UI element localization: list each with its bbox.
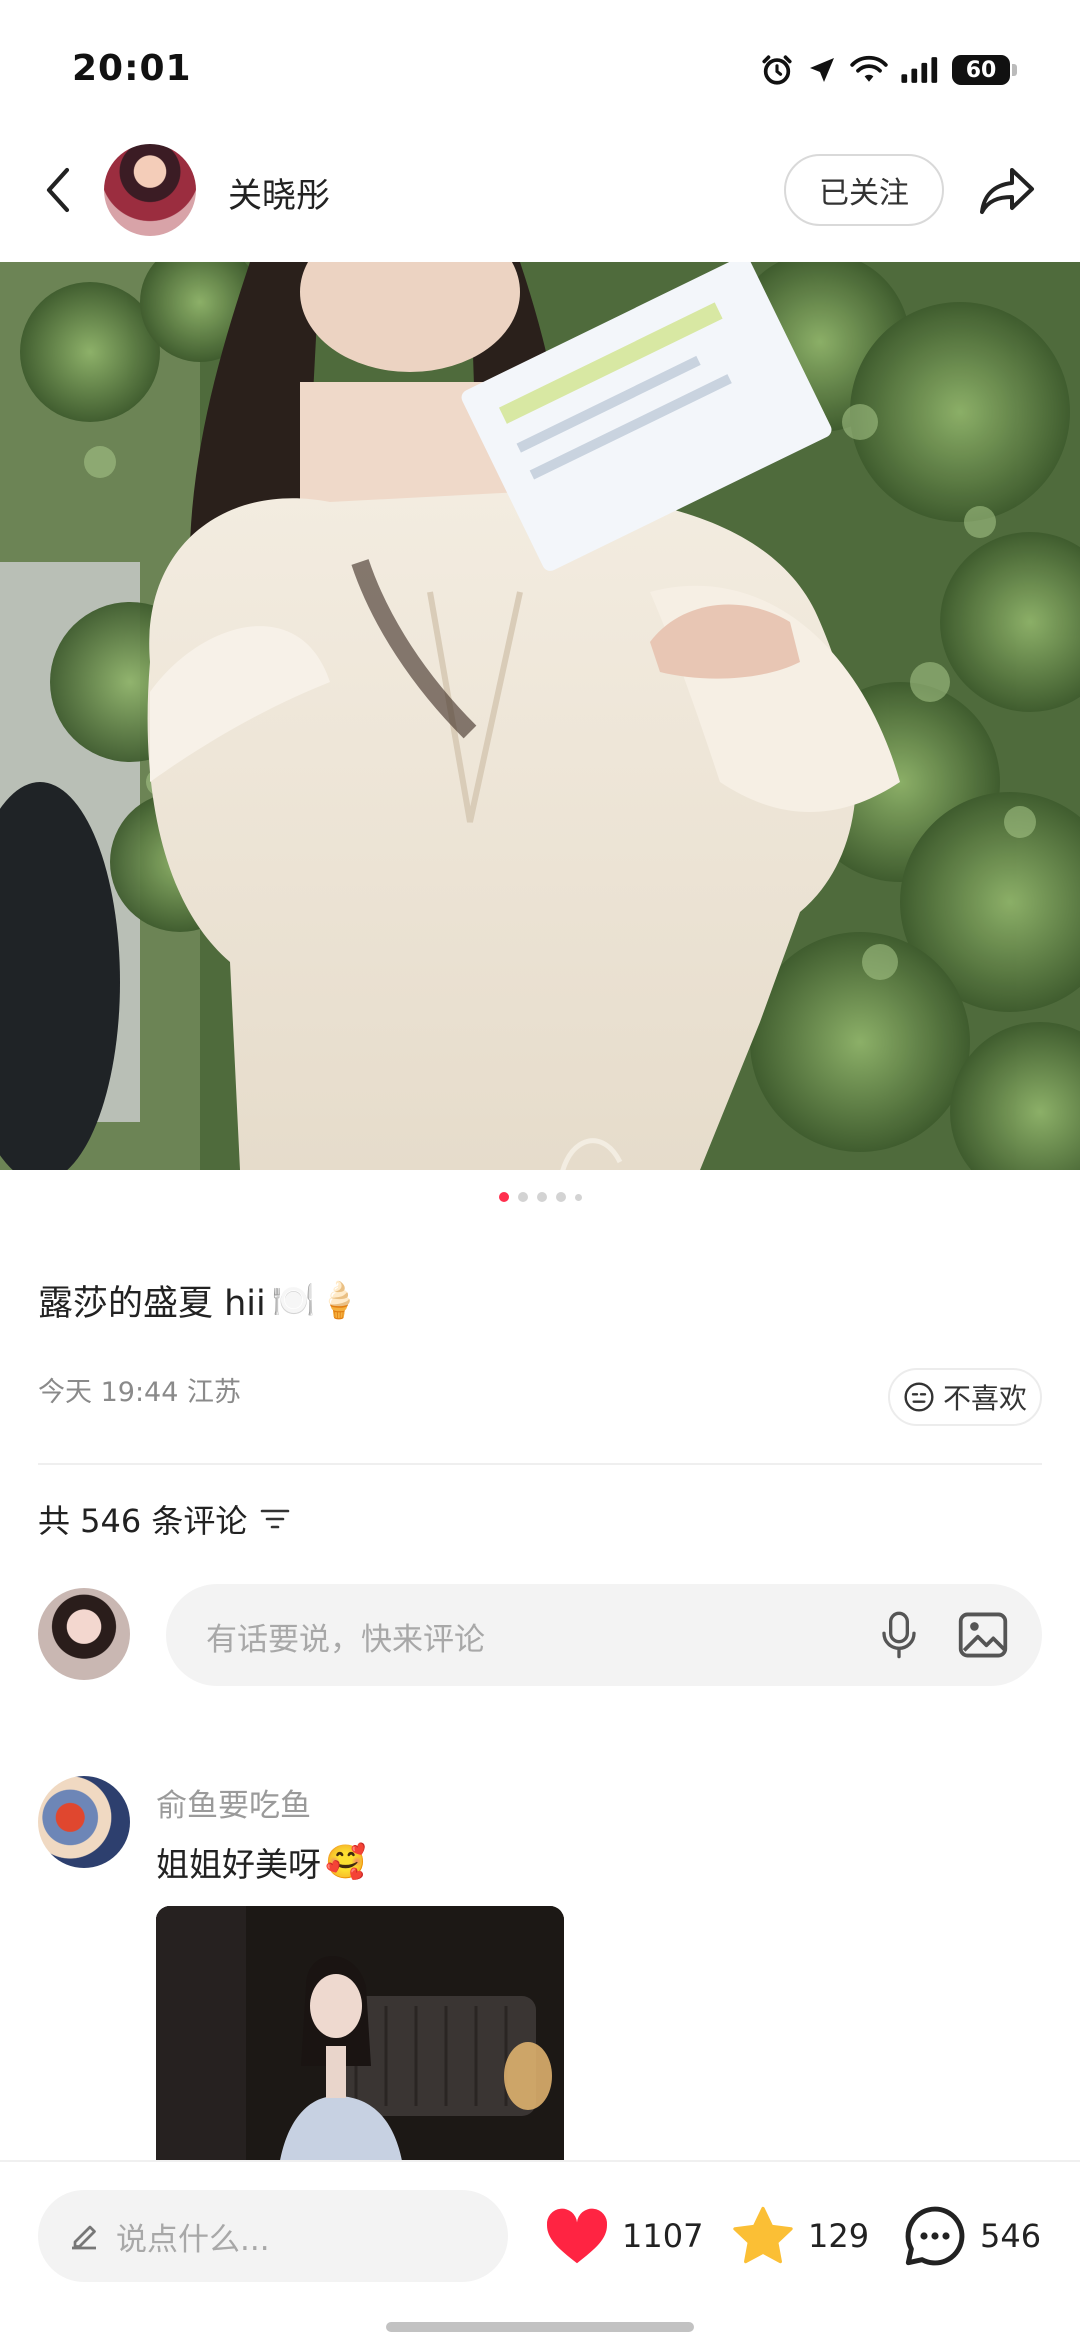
like-button[interactable]: 1107: [544, 2200, 703, 2272]
share-icon: [980, 168, 1034, 214]
back-button[interactable]: [30, 162, 86, 218]
comment-count-bottom: 546: [980, 2217, 1042, 2255]
star-icon: [733, 2206, 793, 2264]
wifi-icon: [850, 54, 888, 86]
dislike-label: 不喜欢: [942, 1382, 1027, 1415]
alarm-icon: [760, 53, 794, 87]
author-avatar[interactable]: [104, 144, 196, 236]
post-header: 关晓彤 已关注: [0, 140, 1080, 240]
ice-cream-emoji: 🍦: [317, 1281, 361, 1321]
like-count: 1107: [622, 2217, 704, 2255]
follow-button[interactable]: 已关注: [784, 154, 944, 226]
post-meta: 今天 19:44 江苏: [38, 1377, 241, 1408]
my-avatar: [38, 1588, 130, 1680]
post-title-text: 露莎的盛夏 hii: [38, 1284, 266, 1324]
heart-icon: [546, 2208, 608, 2264]
signal-icon: [900, 55, 940, 85]
comment-text: 姐姐好美呀 🥰: [156, 1838, 366, 1886]
post-image-carousel[interactable]: [0, 262, 1080, 1170]
commenter-avatar[interactable]: [38, 1776, 130, 1868]
carousel-dot: [536, 1192, 547, 1202]
say-something-placeholder: 说点什么...: [116, 2221, 270, 2258]
post-title: 露莎的盛夏 hii 🍽️ 🍦: [38, 1275, 361, 1326]
image-icon[interactable]: [956, 1610, 1010, 1660]
divider: [38, 1463, 1042, 1465]
comment-count-label: 共 546 条评论: [38, 1502, 248, 1540]
meh-face-icon: [904, 1382, 934, 1412]
battery-indicator: 60: [952, 55, 1017, 85]
carousel-dot: [517, 1192, 528, 1202]
comment-input-placeholder: 有话要说，快来评论: [206, 1622, 485, 1658]
carousel-dot: [498, 1192, 509, 1202]
pencil-icon: [72, 2225, 96, 2250]
comment-input[interactable]: 有话要说，快来评论: [166, 1584, 1042, 1686]
microphone-icon[interactable]: [874, 1610, 924, 1660]
comment-bubble-icon: [905, 2206, 965, 2266]
sort-filter-icon: [261, 1509, 290, 1529]
blush-emoji: 🥰: [325, 1842, 367, 1881]
collect-button[interactable]: 129: [730, 2200, 869, 2272]
carousel-indicator: [0, 1192, 1080, 1202]
comment-text-body: 姐姐好美呀: [156, 1845, 321, 1884]
say-something-input[interactable]: 说点什么...: [38, 2190, 508, 2282]
post-title-emojis: 🍽️ 🍦: [272, 1280, 361, 1321]
post-photo: [0, 262, 1080, 1170]
plate-emoji: 🍽️: [271, 1281, 316, 1321]
location-arrow-icon: [806, 54, 838, 86]
carousel-dot: [555, 1192, 566, 1202]
status-bar: 20:01 60: [0, 0, 1080, 130]
home-indicator[interactable]: [386, 2322, 694, 2332]
status-time: 20:01: [72, 48, 192, 89]
chevron-left-icon: [46, 167, 70, 213]
comment-button[interactable]: 546: [902, 2200, 1041, 2272]
share-button[interactable]: [976, 160, 1038, 220]
dislike-button[interactable]: 不喜欢: [888, 1368, 1042, 1426]
carousel-dot: [574, 1193, 582, 1201]
bottom-action-bar: 说点什么... 1107 129 546: [0, 2160, 1080, 2344]
collect-count: 129: [808, 2217, 870, 2255]
commenter-name[interactable]: 俞鱼要吃鱼: [156, 1780, 311, 1825]
comment-count[interactable]: 共 546 条评论: [38, 1496, 291, 1542]
status-icons: 60: [760, 50, 1017, 90]
author-name[interactable]: 关晓彤: [228, 168, 330, 217]
